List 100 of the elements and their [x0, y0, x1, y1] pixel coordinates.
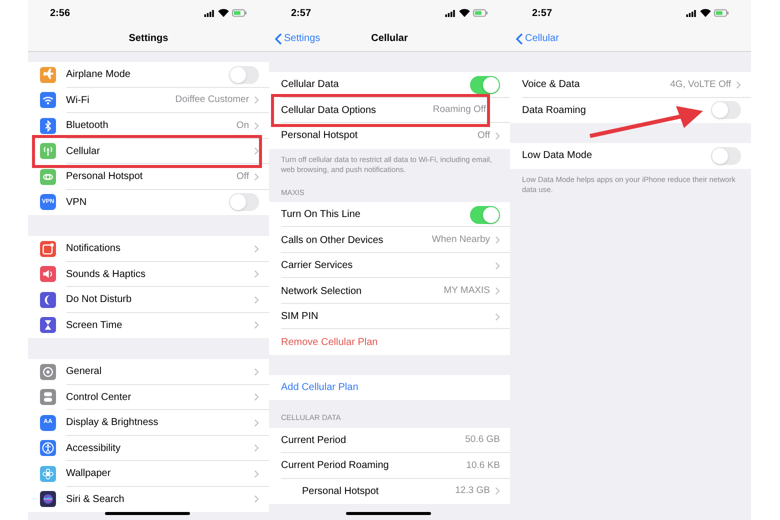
settings-row[interactable]: Carrier Services	[269, 252, 510, 278]
screen-title: Cellular	[371, 32, 408, 46]
chevron-icon	[254, 368, 259, 376]
status-time: 2:56	[50, 6, 70, 20]
chevron-icon	[495, 287, 500, 295]
settings-row[interactable]: Current Period 50.6 GB	[269, 428, 510, 453]
chevron-icon	[495, 132, 500, 140]
chevron-icon	[254, 495, 259, 504]
wifi-icon	[218, 9, 229, 17]
chevron-icon	[736, 80, 741, 89]
chevron-icon	[254, 172, 259, 181]
row-label: Wallpaper	[66, 467, 112, 482]
status-time: 2:57	[291, 6, 312, 20]
row-value: On	[236, 118, 249, 133]
settings-row[interactable]: Control Center	[28, 384, 269, 410]
row-label: Turn On This Line	[281, 208, 362, 222]
battery-icon	[232, 9, 247, 17]
row-label: Airplane Mode	[66, 68, 132, 82]
chevron-icon	[495, 487, 500, 496]
row-value: 10.6 KB	[466, 458, 500, 473]
settings-row[interactable]: Personal Hotspot 12.3 GB	[269, 478, 510, 504]
status-time: 2:57	[532, 6, 552, 20]
row-label: Do Not Disturb	[66, 293, 133, 308]
row-label: Remove Cellular Plan	[281, 336, 379, 350]
row-label: Siri & Search	[66, 492, 126, 507]
settings-row[interactable]: Cellular	[28, 138, 269, 164]
row-label: Add Cellular Plan	[281, 381, 360, 395]
settings-row[interactable]: Screen Time	[28, 312, 269, 338]
toggle-switch[interactable]	[229, 66, 259, 84]
row-label: VPN	[66, 196, 88, 210]
settings-row[interactable]: Add Cellular Plan	[269, 374, 510, 400]
chevron-icon	[254, 96, 259, 104]
row-label: Personal Hotspot	[66, 170, 144, 184]
row-label: SIM PIN	[281, 310, 320, 324]
back-button[interactable]: Settings	[275, 31, 320, 46]
row-label: Carrier Services	[281, 259, 354, 273]
settings-row[interactable]: Cellular Data Options Roaming Off	[269, 98, 510, 123]
settings-row[interactable]: Wallpaper	[28, 461, 269, 486]
settings-row[interactable]: Personal Hotspot Off	[269, 123, 510, 148]
row-label: Display & Brightness	[66, 416, 160, 430]
chevron-icon	[495, 312, 500, 320]
row-label: Voice & Data	[522, 78, 581, 92]
settings-row[interactable]: SIM PIN	[269, 304, 510, 330]
back-chevron-icon	[275, 32, 282, 44]
back-button[interactable]: Cellular	[516, 31, 559, 46]
chevron-icon	[254, 321, 259, 330]
row-label: Cellular	[66, 144, 101, 159]
chevron-icon	[495, 236, 500, 244]
toggle-switch[interactable]	[229, 193, 259, 212]
row-value: Doiffee Customer	[175, 93, 249, 108]
settings-row[interactable]: Bluetooth On	[28, 113, 269, 138]
chevron-icon	[254, 147, 259, 156]
chevron-icon	[254, 444, 259, 452]
settings-row[interactable]: Remove Cellular Plan	[269, 329, 510, 355]
row-label: Current Period Roaming	[281, 459, 390, 474]
settings-row[interactable]: Personal Hotspot Off	[28, 164, 269, 190]
row-label: Network Selection	[281, 284, 363, 298]
row-label: Notifications	[66, 242, 122, 256]
row-label: Screen Time	[66, 318, 124, 333]
chevron-icon	[254, 296, 259, 304]
signal-icon	[445, 10, 456, 16]
settings-row[interactable]: Voice & Data 4G, VoLTE Off	[510, 72, 751, 98]
settings-row[interactable]: Network Selection MY MAXIS	[269, 278, 510, 304]
settings-row[interactable]: Airplane Mode	[28, 62, 269, 88]
row-value: MY MAXIS	[444, 284, 490, 298]
settings-row[interactable]: Data Roaming	[510, 98, 751, 123]
settings-row[interactable]: Low Data Mode	[510, 143, 751, 168]
row-label: Personal Hotspot	[281, 129, 359, 144]
row-label: Wi-Fi	[66, 94, 90, 108]
row-label: Current Period	[281, 434, 348, 448]
row-label: Accessibility	[66, 442, 122, 456]
settings-row[interactable]: Cellular Data	[269, 72, 510, 98]
back-chevron-icon	[516, 32, 523, 44]
toggle-switch[interactable]	[711, 146, 741, 165]
screen-title: Settings	[128, 32, 168, 46]
chevron-icon	[254, 122, 259, 130]
wifi-icon	[459, 9, 470, 17]
row-label: Cellular Data Options	[281, 104, 378, 118]
row-label: Calls on Other Devices	[281, 234, 384, 248]
settings-row[interactable]: Wi-Fi Doiffee Customer	[28, 88, 269, 113]
row-label: Cellular Data	[281, 78, 340, 92]
signal-icon	[686, 10, 697, 16]
chevron-icon	[254, 470, 259, 478]
settings-row[interactable]: Turn On This Line	[269, 202, 510, 228]
settings-row[interactable]: Siri & Search	[28, 486, 269, 512]
settings-row[interactable]: Accessibility	[28, 436, 269, 461]
chevron-icon	[254, 418, 259, 427]
settings-row[interactable]: Do Not Disturb	[28, 287, 269, 312]
toggle-switch[interactable]	[470, 76, 500, 94]
chevron-icon	[254, 244, 259, 253]
settings-row[interactable]: Sounds & Haptics	[28, 262, 269, 287]
settings-row[interactable]: Current Period Roaming 10.6 KB	[269, 453, 510, 478]
row-value: Roaming Off	[432, 103, 486, 118]
toggle-switch[interactable]	[711, 101, 741, 120]
battery-icon	[714, 9, 729, 17]
settings-row[interactable]: General	[28, 359, 269, 384]
settings-row[interactable]: Notifications	[28, 236, 269, 262]
toggle-switch[interactable]	[470, 206, 500, 224]
row-value: 12.3 GB	[455, 484, 490, 498]
settings-row[interactable]: Calls on Other Devices When Nearby	[269, 227, 510, 253]
